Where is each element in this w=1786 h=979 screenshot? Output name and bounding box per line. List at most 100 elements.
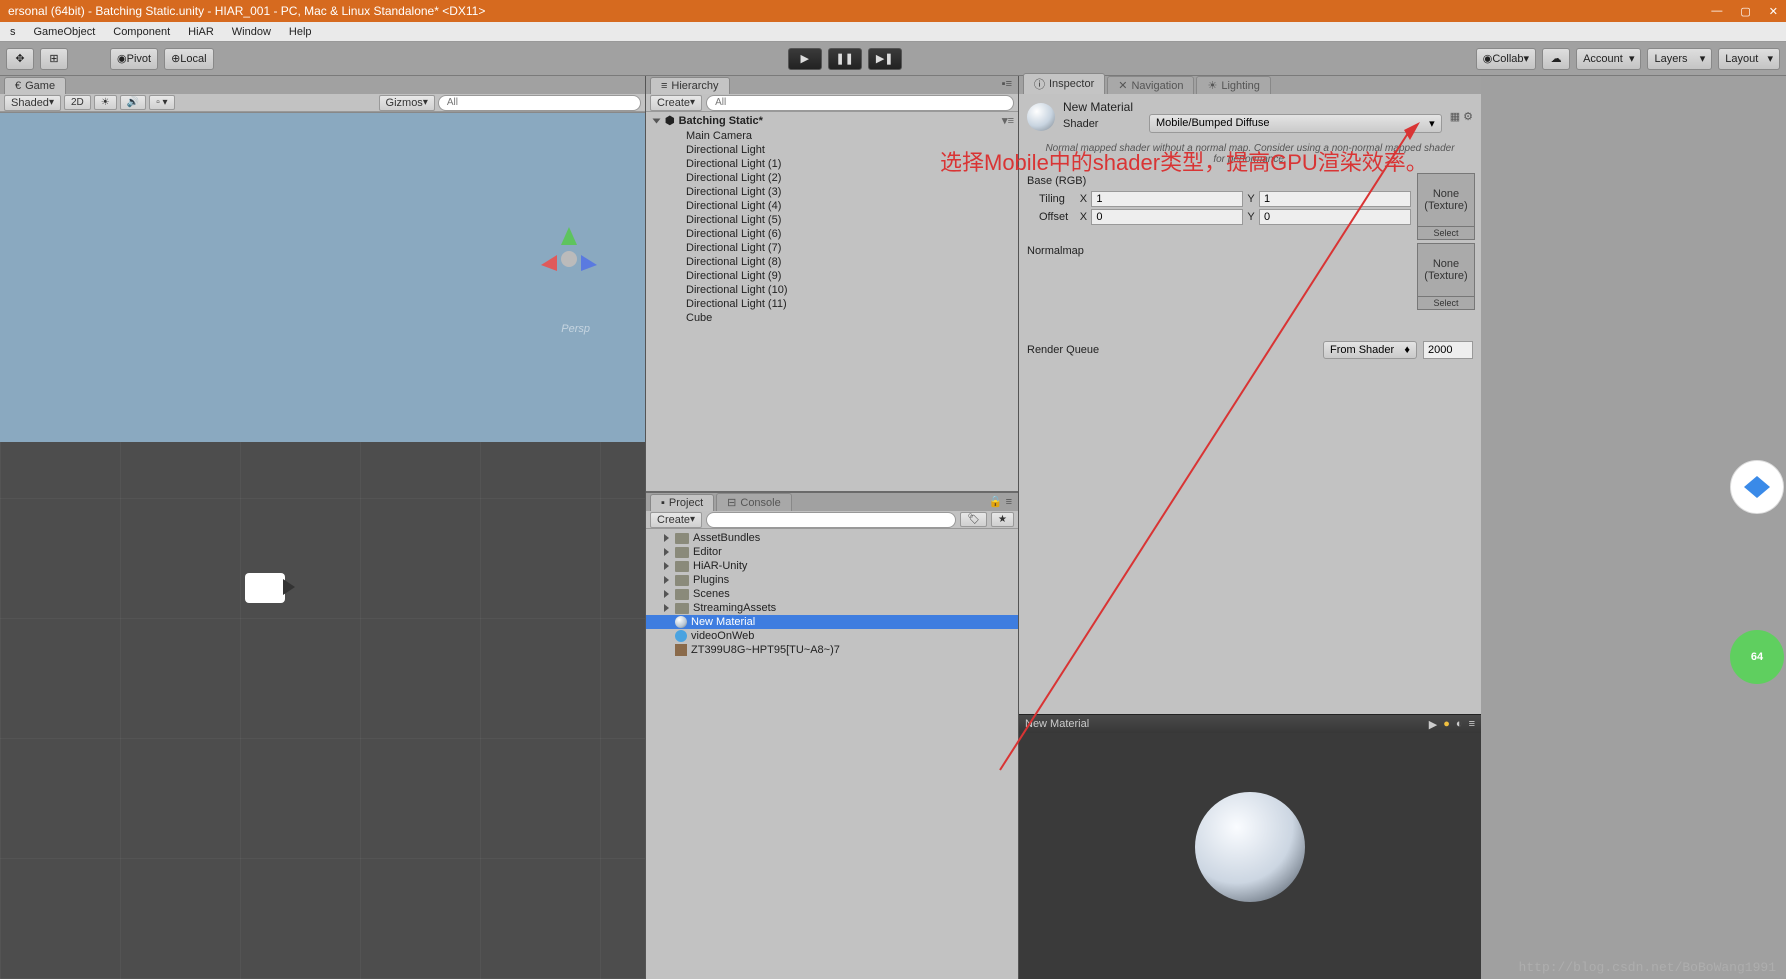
play-button[interactable]: ▶ (788, 48, 822, 70)
project-item[interactable]: StreamingAssets (646, 601, 1018, 615)
hierarchy-create-dropdown[interactable]: Create ▾ (650, 95, 702, 111)
panel-menu-icon[interactable]: 🔒 ≡ (989, 495, 1012, 508)
hierarchy-item[interactable]: Directional Light (5) (646, 213, 1018, 227)
navigation-tab[interactable]: ✕ Navigation (1107, 76, 1194, 94)
cloud-button[interactable]: ☁ (1542, 48, 1570, 70)
hierarchy-item[interactable]: Main Camera (646, 129, 1018, 143)
hierarchy-tab[interactable]: ≡ Hierarchy (650, 77, 730, 94)
normalmap-texture-slot[interactable]: None (Texture) Select (1417, 243, 1475, 297)
hierarchy-item[interactable]: Directional Light (11) (646, 297, 1018, 311)
base-label: Base (RGB) (1027, 173, 1411, 189)
move-tool[interactable]: ⊞ (40, 48, 68, 70)
panel-menu-icon[interactable]: ▪≡ (1002, 78, 1012, 90)
minimize-button[interactable]: — (1711, 5, 1722, 18)
component-menu-icon[interactable]: ▦ ⚙ (1450, 110, 1473, 123)
scene-header[interactable]: ⬢ Batching Static* ▾≡ (646, 112, 1018, 129)
account-dropdown[interactable]: Account ▾ (1576, 48, 1641, 70)
select-texture-button[interactable]: Select (1417, 296, 1475, 310)
menu-item[interactable]: Component (107, 24, 176, 40)
step-button[interactable]: ▶❚ (868, 48, 902, 70)
project-search[interactable] (706, 512, 956, 528)
project-item[interactable]: videoOnWeb (646, 629, 1018, 643)
preview-menu-icon[interactable]: ≡ (1469, 718, 1475, 731)
project-item[interactable]: Scenes (646, 587, 1018, 601)
project-item[interactable]: ZT399U8G~HPT95[TU~A8~)7 (646, 643, 1018, 657)
hand-tool[interactable]: ✥ (6, 48, 34, 70)
hierarchy-item[interactable]: Directional Light (3) (646, 185, 1018, 199)
inspector-tab[interactable]: ⓘ Inspector (1023, 73, 1105, 94)
render-queue-value-input[interactable] (1423, 341, 1473, 359)
shader-dropdown[interactable]: Mobile/Bumped Diffuse▾ (1149, 114, 1442, 133)
hierarchy-search[interactable] (706, 95, 1014, 111)
menu-item[interactable]: Window (226, 24, 277, 40)
audio-toggle[interactable]: 🔊 (120, 95, 146, 110)
render-queue-source-dropdown[interactable]: From Shader♦ (1323, 341, 1417, 359)
light-toggle[interactable]: ☀ (94, 95, 117, 110)
hierarchy-item[interactable]: Directional Light (646, 143, 1018, 157)
menu-item[interactable]: HiAR (182, 24, 220, 40)
offset-label: Offset (1027, 211, 1076, 223)
local-toggle[interactable]: ⊕ Local (164, 48, 214, 70)
offset-x-input[interactable] (1091, 209, 1243, 225)
expand-icon[interactable] (653, 118, 661, 123)
project-create-dropdown[interactable]: Create ▾ (650, 512, 702, 528)
hierarchy-item[interactable]: Directional Light (7) (646, 241, 1018, 255)
collab-dropdown[interactable]: ◉ Collab ▾ (1476, 48, 1536, 70)
project-tab[interactable]: ▪ Project (650, 494, 714, 511)
scene-view[interactable]: Persp (0, 112, 645, 979)
hierarchy-item[interactable]: Directional Light (10) (646, 283, 1018, 297)
hierarchy-item[interactable]: Directional Light (4) (646, 199, 1018, 213)
preview-shape-icon[interactable]: ◐ (1456, 718, 1463, 731)
shader-warning: Normal mapped shader without a normal ma… (1019, 139, 1481, 169)
hierarchy-item[interactable]: Directional Light (2) (646, 171, 1018, 185)
hierarchy-item[interactable]: Directional Light (9) (646, 269, 1018, 283)
base-texture-slot[interactable]: None (Texture) Select (1417, 173, 1475, 227)
layout-dropdown[interactable]: Layout ▾ (1718, 48, 1780, 70)
project-item[interactable]: AssetBundles (646, 531, 1018, 545)
project-item[interactable]: New Material (646, 615, 1018, 629)
scene-search[interactable] (438, 95, 641, 111)
scene-menu-icon[interactable]: ▾≡ (1002, 114, 1014, 127)
hierarchy-item[interactable]: Cube (646, 311, 1018, 325)
menu-item[interactable]: s (4, 24, 22, 40)
select-texture-button[interactable]: Select (1417, 226, 1475, 240)
preview-light-icon[interactable]: ● (1443, 718, 1450, 731)
project-item[interactable]: Plugins (646, 573, 1018, 587)
console-tab[interactable]: ⊟ Console (716, 493, 792, 511)
project-list: AssetBundlesEditorHiAR-UnityPluginsScene… (646, 529, 1018, 979)
top-toolbar: ✥ ⊞ ◉ Pivot ⊕ Local ▶ ❚❚ ▶❚ ◉ Collab ▾ ☁… (0, 42, 1786, 76)
preview-sphere[interactable] (1195, 792, 1305, 902)
gizmos-dropdown[interactable]: Gizmos ▾ (379, 95, 435, 111)
menu-item[interactable]: Help (283, 24, 318, 40)
hierarchy-item[interactable]: Directional Light (6) (646, 227, 1018, 241)
hierarchy-item[interactable]: Directional Light (1) (646, 157, 1018, 171)
2d-toggle[interactable]: 2D (64, 95, 91, 110)
game-tab[interactable]: € Game (4, 77, 66, 94)
floating-app-icon[interactable] (1730, 460, 1784, 514)
orientation-gizmo[interactable] (533, 223, 605, 295)
favorite-icon[interactable]: ★ (991, 512, 1014, 527)
preview-play-icon[interactable]: ▶ (1429, 718, 1437, 731)
project-item[interactable]: HiAR-Unity (646, 559, 1018, 573)
shaded-dropdown[interactable]: Shaded ▾ (4, 95, 61, 111)
maximize-button[interactable]: ▢ (1740, 5, 1750, 18)
project-panel: ▪ Project ⊟ Console 🔒 ≡ Create ▾ 🏷 ★ Ass… (646, 491, 1018, 979)
project-item[interactable]: Editor (646, 545, 1018, 559)
lighting-tab[interactable]: ☀ Lighting (1196, 76, 1270, 94)
layers-dropdown[interactable]: Layers ▾ (1647, 48, 1712, 70)
offset-y-input[interactable] (1259, 209, 1411, 225)
preview-title: New Material (1025, 718, 1089, 730)
camera-gizmo-icon[interactable] (245, 573, 285, 603)
search-filter-icon[interactable]: 🏷 (960, 512, 987, 527)
menu-item[interactable]: GameObject (28, 24, 102, 40)
hierarchy-item[interactable]: Directional Light (8) (646, 255, 1018, 269)
pause-button[interactable]: ❚❚ (828, 48, 862, 70)
pivot-toggle[interactable]: ◉ Pivot (110, 48, 158, 70)
floating-badge-icon[interactable]: 64 (1730, 630, 1784, 684)
close-button[interactable]: ✕ (1769, 5, 1778, 18)
tiling-x-input[interactable] (1091, 191, 1243, 207)
project-toolbar: Create ▾ 🏷 ★ (646, 511, 1018, 529)
inspector-column: ⓘ Inspector ✕ Navigation ☀ Lighting New … (1018, 76, 1481, 979)
tiling-y-input[interactable] (1259, 191, 1411, 207)
fx-toggle[interactable]: ▫ ▾ (149, 95, 174, 110)
